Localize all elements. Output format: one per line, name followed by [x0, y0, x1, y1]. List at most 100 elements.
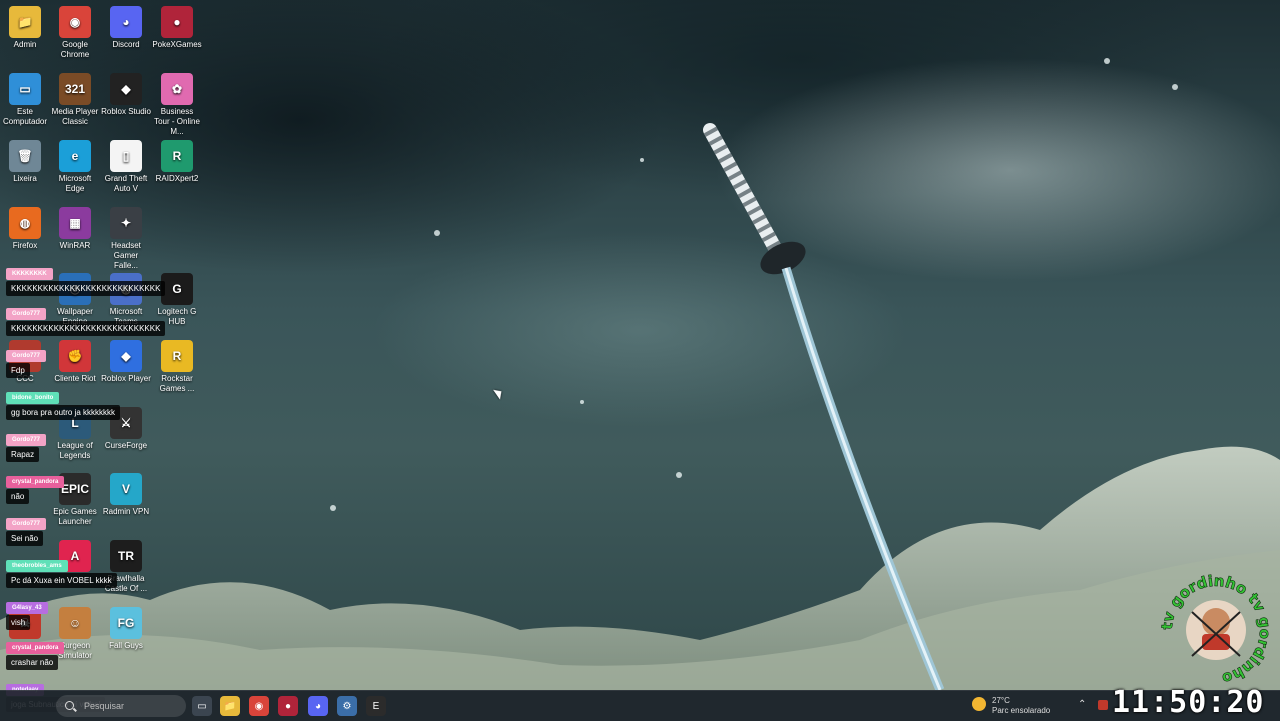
- taskbar-app-file-explorer[interactable]: 📁: [220, 696, 240, 716]
- desktop-icon[interactable]: ✦ Headset Gamer Falle...: [101, 203, 151, 271]
- desktop-icon[interactable]: ◉ Google Chrome: [50, 2, 100, 60]
- desktop-icon[interactable]: ✿ Business Tour - Online M...: [152, 69, 202, 137]
- desktop-icon-label: Este Computador: [2, 107, 48, 126]
- chat-text: Sei não: [6, 531, 44, 546]
- chat-message: crystal_pandora não: [6, 470, 65, 504]
- desktop-icon-label: Epic Games Launcher: [53, 507, 97, 526]
- app-icon: ☺: [59, 607, 91, 639]
- chat-username: KKKKKKKK: [6, 268, 53, 280]
- app-icon: 🗑: [9, 140, 41, 172]
- taskbar-app-pokexgames[interactable]: ●: [278, 696, 298, 716]
- app-icon: FG: [110, 607, 142, 639]
- desktop-icon[interactable]: ● PokeXGames: [152, 2, 202, 50]
- desktop-icon-label: Business Tour - Online M...: [154, 107, 200, 136]
- chat-text: Rapaz: [6, 447, 40, 462]
- app-icon: ●: [161, 6, 193, 38]
- desktop-icon-label: League of Legends: [57, 441, 93, 460]
- app-icon: R: [161, 140, 193, 172]
- chat-message: KKKKKKKK KKKKKKKKKKKKKKKKKKKKKKKKKKKK: [6, 262, 166, 296]
- chat-username: theobrobles_ams: [6, 560, 68, 572]
- desktop-icon-label: Lixeira: [13, 174, 37, 183]
- desktop-icon[interactable]: R RAIDXpert2: [152, 136, 202, 184]
- desktop-icon[interactable]: ◆ Roblox Player: [101, 336, 151, 384]
- taskbar-app-discord[interactable]: ◕: [308, 696, 328, 716]
- chat-message: Gordo777 KKKKKKKKKKKKKKKKKKKKKKKKKKKK: [6, 302, 166, 336]
- desktop-icon-label: Cliente Riot: [54, 374, 96, 383]
- desktop-icon[interactable]: ◕ Discord: [101, 2, 151, 50]
- desktop-icon-label: Roblox Player: [101, 374, 151, 383]
- desktop-icon[interactable]: ◍ Firefox: [0, 203, 50, 251]
- desktop-icon[interactable]: ▭ Este Computador: [0, 69, 50, 127]
- chat-text: vish: [6, 615, 31, 630]
- desktop-icon-label: Radmin VPN: [102, 507, 150, 516]
- weather-temp: 27°C: [992, 696, 1010, 705]
- desktop-icon-label: Media Player Classic: [51, 107, 99, 126]
- chat-username: Gordo777: [6, 434, 47, 446]
- chat-message: Gordo777 Sei não: [6, 512, 47, 546]
- app-icon: G: [161, 273, 193, 305]
- chat-message: crystal_pandora crashar não: [6, 636, 65, 670]
- chat-text: KKKKKKKKKKKKKKKKKKKKKKKKKKKK: [6, 281, 166, 296]
- app-icon: ▯: [110, 140, 142, 172]
- app-icon: ▦: [59, 207, 91, 239]
- app-icon: 📁: [9, 6, 41, 38]
- app-icon: ◆: [110, 340, 142, 372]
- app-icon: ◕: [110, 6, 142, 38]
- snowflake: [640, 158, 644, 162]
- desktop-icon-label: RAIDXpert2: [155, 174, 199, 183]
- desktop-icon-label: Roblox Studio: [101, 107, 151, 116]
- desktop-icon-label: Grand Theft Auto V: [104, 174, 148, 193]
- chat-username: crystal_pandora: [6, 642, 65, 654]
- snowflake: [434, 230, 440, 236]
- desktop-icon[interactable]: ▯ Grand Theft Auto V: [101, 136, 151, 194]
- chat-username: bidone_bonito: [6, 392, 60, 404]
- desktop-icon-label: Rockstar Games ...: [159, 374, 195, 393]
- channel-watermark-logo: tv gordinho tv gordinho: [1158, 572, 1274, 688]
- desktop-icon[interactable]: 📁 Admin: [0, 2, 50, 50]
- katana: [703, 123, 945, 690]
- chat-text: Fdp: [6, 363, 30, 378]
- desktop-icon-label: Fall Guys: [109, 641, 143, 650]
- app-icon: ◍: [9, 207, 41, 239]
- taskbar-search-box[interactable]: Pesquisar: [56, 695, 186, 717]
- snowflake: [1104, 58, 1110, 64]
- weather-desc: Parc ensolarado: [992, 706, 1051, 715]
- snowflake: [580, 400, 584, 404]
- chat-message: Gordo777 Rapaz: [6, 428, 47, 462]
- taskbar-app-settings[interactable]: ⚙: [337, 696, 357, 716]
- app-icon: ◆: [110, 73, 142, 105]
- desktop-icon[interactable]: R Rockstar Games ...: [152, 336, 202, 394]
- chat-username: Gordo777: [6, 350, 47, 362]
- chat-text: crashar não: [6, 655, 59, 670]
- chat-username: G4lasy_43: [6, 602, 48, 614]
- taskbar-app-epic-games[interactable]: E: [366, 696, 386, 716]
- desktop-icon-label: Admin: [13, 40, 37, 49]
- desktop-icon[interactable]: e Microsoft Edge: [50, 136, 100, 194]
- taskbar: Pesquisar ▭ 📁 ◉ ● ◕ ⚙ E 27°C Parc ensolarado ⌃…: [0, 685, 1280, 721]
- desktop-icon-label: Discord: [112, 40, 140, 49]
- taskbar-app-task-view[interactable]: ▭: [192, 696, 212, 716]
- app-icon: V: [110, 473, 142, 505]
- app-icon: ✦: [110, 207, 142, 239]
- desktop-icon[interactable]: ✊ Cliente Riot: [50, 336, 100, 384]
- desktop-icon-label: PokeXGames: [152, 40, 202, 49]
- chat-text: KKKKKKKKKKKKKKKKKKKKKKKKKKKK: [6, 321, 166, 336]
- desktop-icon[interactable]: FG Fall Guys: [101, 603, 151, 651]
- tray-app-icon[interactable]: [1098, 700, 1108, 710]
- desktop-icon[interactable]: ◆ Roblox Studio: [101, 69, 151, 117]
- desktop-icon-label: Firefox: [12, 241, 38, 250]
- desktop-icon[interactable]: V Radmin VPN: [101, 469, 151, 517]
- chat-text: gg bora pra outro ja kkkkkkkk: [6, 405, 121, 420]
- desktop-icon[interactable]: 321 Media Player Classic: [50, 69, 100, 127]
- search-icon: [65, 701, 74, 710]
- desktop-icon[interactable]: 🗑 Lixeira: [0, 136, 50, 184]
- chat-text: Pc dá Xuxa ein VOBEL kkkk: [6, 573, 117, 588]
- app-icon: ✿: [161, 73, 193, 105]
- taskbar-app-chrome[interactable]: ◉: [249, 696, 269, 716]
- app-icon: ◉: [59, 6, 91, 38]
- desktop-icon-label: CurseForge: [104, 441, 148, 450]
- snowflake: [1172, 84, 1178, 90]
- tray-chevron-icon[interactable]: ⌃: [1078, 699, 1086, 710]
- desktop-icon[interactable]: ▦ WinRAR: [50, 203, 100, 251]
- app-icon: ▭: [9, 73, 41, 105]
